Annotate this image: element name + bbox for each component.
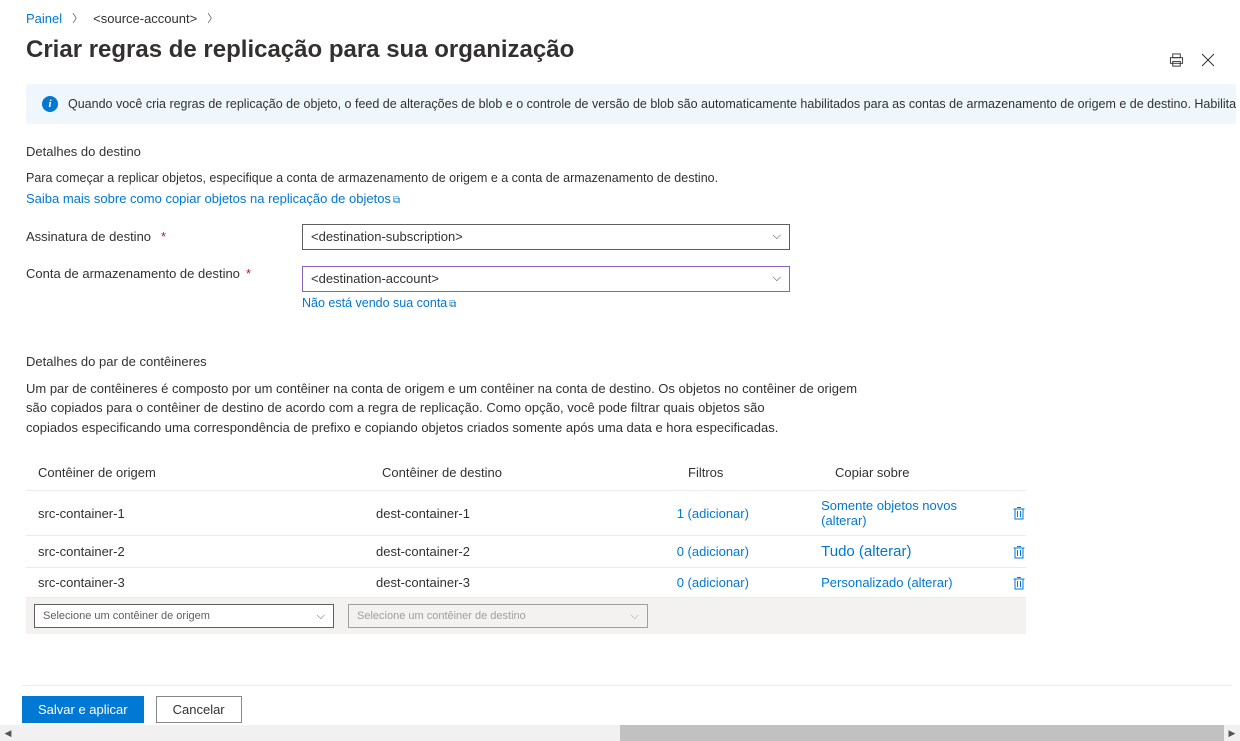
table-row: src-container-3 dest-container-3 0 (adic…: [26, 567, 1026, 597]
footer-bar: Salvar e aplicar Cancelar: [22, 685, 1232, 723]
pair-desc: Um par de contêineres é composto por um …: [26, 379, 1006, 438]
scroll-right-arrow[interactable]: ▶: [1224, 725, 1240, 741]
select-dest-container-dropdown: Selecione um contêiner de destino ⌵: [348, 604, 648, 628]
chevron-down-icon: ⌵: [773, 230, 781, 243]
filters-link[interactable]: 0 (adicionar): [677, 575, 821, 590]
section-heading-destination: Detalhes do destino: [26, 144, 1240, 159]
account-label: Conta de armazenamento de destino*: [26, 266, 302, 281]
learn-more-link[interactable]: Saiba mais sobre como copiar objetos na …: [26, 191, 400, 206]
breadcrumb: Painel 〉 <source-account> 〉: [26, 10, 1240, 26]
header-filters: Filtros: [688, 465, 835, 480]
save-apply-button[interactable]: Salvar e aplicar: [22, 696, 144, 723]
header-copy: Copiar sobre: [835, 465, 1015, 480]
print-icon[interactable]: [1168, 52, 1184, 68]
scroll-thumb[interactable]: [620, 725, 1224, 741]
destination-account-dropdown[interactable]: <destination-account> ⌵: [302, 266, 790, 292]
copy-over-link[interactable]: Tudo (alterar): [821, 543, 998, 560]
dest-container-cell: dest-container-2: [376, 544, 677, 559]
breadcrumb-root[interactable]: Painel: [26, 11, 62, 26]
scroll-track[interactable]: [16, 725, 1224, 741]
source-container-cell: src-container-1: [38, 506, 376, 521]
info-banner: i Quando você cria regras de replicação …: [26, 84, 1236, 124]
header-dest: Contêiner de destino: [382, 465, 688, 480]
select-row: Selecione um contêiner de origem ⌵ Selec…: [26, 597, 1026, 634]
not-seeing-account-link[interactable]: Não está vendo sua conta⧉: [302, 296, 456, 310]
destination-subscription-dropdown[interactable]: <destination-subscription> ⌵: [302, 224, 790, 250]
filters-link[interactable]: 1 (adicionar): [677, 506, 821, 521]
delete-icon[interactable]: [1012, 545, 1026, 559]
close-icon[interactable]: [1200, 52, 1216, 68]
section-heading-pair: Detalhes do par de contêineres: [26, 354, 1240, 369]
source-container-cell: src-container-3: [38, 575, 376, 590]
grid-header-row: Contêiner de origem Contêiner de destino…: [26, 459, 1026, 490]
copy-over-link[interactable]: Personalizado (alterar): [821, 575, 998, 590]
dest-container-cell: dest-container-3: [376, 575, 677, 590]
dest-container-cell: dest-container-1: [376, 506, 677, 521]
info-banner-text: Quando você cria regras de replicação de…: [68, 97, 1236, 111]
info-icon: i: [42, 96, 58, 112]
scroll-left-arrow[interactable]: ◀: [0, 725, 16, 741]
destination-desc: Para começar a replicar objetos, especif…: [26, 169, 1240, 188]
header-source: Contêiner de origem: [38, 465, 382, 480]
filters-link[interactable]: 0 (adicionar): [677, 544, 821, 559]
chevron-down-icon: ⌵: [317, 610, 325, 623]
subscription-label: Assinatura de destino*: [26, 229, 302, 244]
chevron-right-icon: 〉: [203, 10, 222, 26]
select-source-container-dropdown[interactable]: Selecione um contêiner de origem ⌵: [34, 604, 334, 628]
breadcrumb-source-account[interactable]: <source-account>: [93, 11, 197, 26]
horizontal-scrollbar[interactable]: ◀ ▶: [0, 725, 1240, 741]
source-container-cell: src-container-2: [38, 544, 376, 559]
cancel-button[interactable]: Cancelar: [156, 696, 242, 723]
chevron-down-icon: ⌵: [631, 610, 639, 623]
external-link-icon: ⧉: [449, 299, 456, 310]
containers-grid: Contêiner de origem Contêiner de destino…: [26, 459, 1026, 634]
destination-details-section: Detalhes do destino Para começar a repli…: [26, 144, 1240, 310]
chevron-right-icon: 〉: [68, 10, 87, 26]
chevron-down-icon: ⌵: [773, 272, 781, 285]
page-title: Criar regras de replicação para sua orga…: [26, 36, 574, 64]
table-row: src-container-1 dest-container-1 1 (adic…: [26, 490, 1026, 535]
delete-icon[interactable]: [1012, 576, 1026, 590]
delete-icon[interactable]: [1012, 506, 1026, 520]
external-link-icon: ⧉: [393, 195, 400, 206]
table-row: src-container-2 dest-container-2 0 (adic…: [26, 535, 1026, 567]
container-pair-section: Detalhes do par de contêineres Um par de…: [26, 354, 1240, 635]
copy-over-link[interactable]: Somente objetos novos (alterar): [821, 498, 998, 528]
